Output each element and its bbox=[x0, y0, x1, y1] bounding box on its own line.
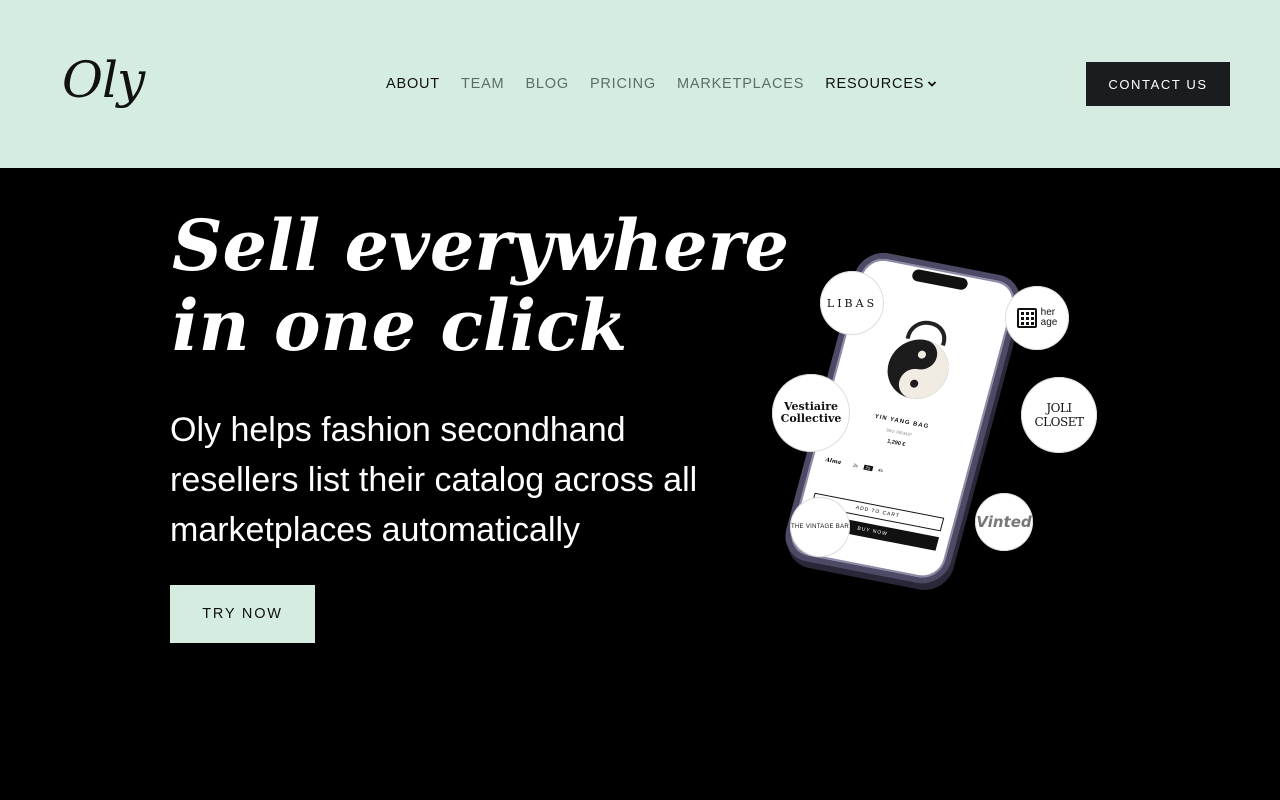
nav-blog[interactable]: BLOG bbox=[525, 76, 569, 92]
main-nav: ABOUT TEAM BLOG PRICING MARKETPLACES RES… bbox=[386, 74, 937, 94]
nav-marketplaces[interactable]: MARKETPLACES bbox=[677, 76, 804, 92]
phone-notch bbox=[910, 268, 969, 291]
size-options: 2s 2s 4s bbox=[852, 463, 883, 474]
heritage-logo: her age bbox=[1005, 286, 1069, 350]
nav-resources-dropdown[interactable]: RESOURCES bbox=[825, 76, 937, 92]
size-option-selected: 2s bbox=[863, 464, 873, 472]
grid-icon bbox=[1016, 308, 1037, 328]
nav-resources-label: RESOURCES bbox=[825, 76, 925, 92]
size-label: Alma bbox=[824, 457, 842, 467]
chevron-down-icon bbox=[928, 81, 937, 87]
the-vintage-bar-logo: THE VINTAGE BAR bbox=[790, 497, 850, 557]
site-header: Oly ABOUT TEAM BLOG PRICING MARKETPLACES… bbox=[0, 0, 1280, 168]
try-now-button[interactable]: TRY NOW bbox=[170, 585, 315, 643]
yin-yang-bag-image bbox=[887, 320, 949, 399]
size-option: 2s bbox=[852, 462, 859, 469]
contact-us-button[interactable]: CONTACT US bbox=[1086, 62, 1230, 106]
nav-about[interactable]: ABOUT bbox=[386, 76, 440, 92]
nav-team[interactable]: TEAM bbox=[461, 76, 504, 92]
size-option: 4s bbox=[877, 467, 884, 474]
hero-subtitle: Oly helps fashion secondhand resellers l… bbox=[170, 411, 698, 549]
oly-logo[interactable]: Oly bbox=[62, 50, 145, 110]
vinted-logo: Vinted bbox=[975, 493, 1033, 551]
phone-marketplaces-illustration: YIN YANG BAG SKU: 0623437 1,290 € Alma 2… bbox=[760, 248, 1120, 600]
joli-closet-logo: JOLI CLOSET bbox=[1021, 377, 1097, 453]
heritage-text: her age bbox=[1040, 307, 1058, 328]
vestiaire-collective-logo: Vestiaire Collective bbox=[772, 374, 850, 452]
nav-pricing[interactable]: PRICING bbox=[590, 76, 656, 92]
hero-title-line-2: in one click bbox=[172, 284, 628, 367]
hero-title: Sell everywhere in one click bbox=[172, 204, 790, 367]
hero-title-line-1: Sell everywhere bbox=[172, 204, 790, 287]
libas-logo: LIBAS bbox=[820, 271, 884, 335]
